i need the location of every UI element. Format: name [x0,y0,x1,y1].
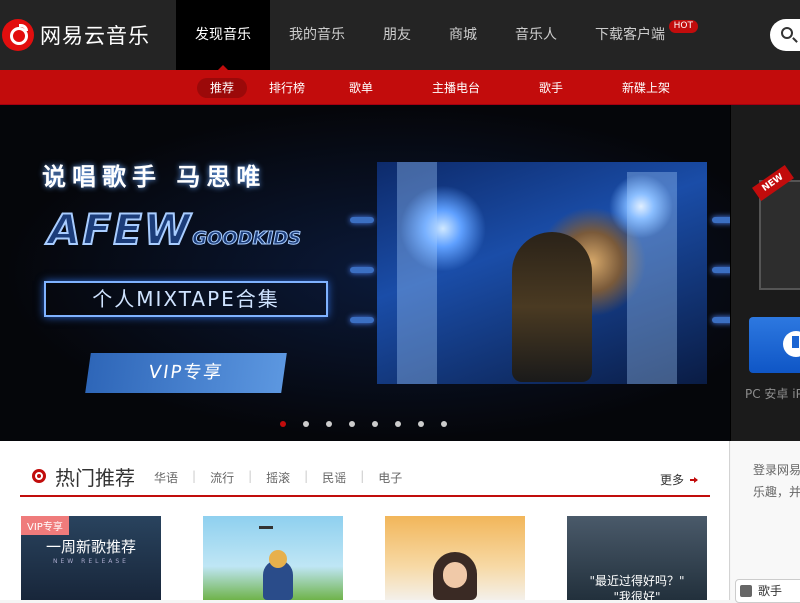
card-cover-caption: 一周新歌推荐 [45,538,136,556]
banner-mixtape-label: 个人MIXTAPE合集 [44,281,328,317]
nav-item-discover[interactable]: 发现音乐 [176,0,270,71]
search-box[interactable] [770,19,800,51]
tag-separator: | [360,469,365,483]
genre-tag-chinese[interactable]: 华语 [154,469,178,486]
genre-tag-folk[interactable]: 民谣 [322,469,346,486]
tag-separator: | [304,469,309,483]
download-platforms: PC 安卓 iP [745,387,800,401]
banner-logo-text: AFEW [47,204,193,255]
photo-artist [512,232,592,382]
banner-light-bar [350,317,374,323]
banner-dot[interactable] [441,421,447,427]
more-link[interactable]: 更多 [660,471,698,488]
subnav-label: 新碟上架 [621,80,670,95]
playlist-card[interactable]: "最近过得好吗？" "我很好" [567,516,707,600]
singer-icon [740,585,752,597]
subnav-item-new-albums[interactable]: 新碟上架 [586,70,706,105]
tag-separator: | [248,469,253,483]
brand-name: 网易云音乐 [40,24,150,48]
banner-light-bar [350,217,374,223]
login-prompt: 登录网易 乐趣，并 [753,463,800,499]
banner-artist-photo [377,162,707,384]
subnav-label: 主播电台 [431,80,480,95]
playlist-card[interactable] [203,516,343,600]
photo-building [627,172,677,384]
hot-recommend-header: 热门推荐 华语 | 流行 | 摇滚 | 民谣 | 电子 更多 [20,457,710,497]
download-client-panel: NEW PC 安卓 iP [730,105,800,441]
hot-recommend-title[interactable]: 热门推荐 [55,462,135,491]
genre-tag-rock[interactable]: 摇滚 [266,469,290,486]
singer-section-header[interactable]: 歌手 [735,579,800,603]
nav-item-download[interactable]: 下载客户端 HOT [576,0,698,70]
more-label: 更多 [659,473,684,487]
nav-item-store[interactable]: 商城 [430,0,496,70]
tag-separator: | [192,469,197,483]
subnav-item-artists[interactable]: 歌手 [516,70,586,105]
netease-music-logo-icon [2,19,34,51]
banner-pagination [280,421,447,427]
subnav-label: 排行榜 [268,80,305,95]
search-icon [781,27,793,39]
banner-dot[interactable] [372,421,378,427]
subnav-item-recommend[interactable]: 推荐 [196,70,248,105]
photo-building [397,162,437,384]
singer-label: 歌手 [758,584,783,598]
banner-title: 说唱歌手 马思唯 [42,163,267,191]
cover-bird [259,526,273,529]
banner-dot[interactable] [349,421,355,427]
playlist-card[interactable]: VIP专享 一周新歌推荐 NEW RELEASE [21,516,161,600]
arrow-right-icon [690,476,698,484]
subnav-label: 推荐 [196,77,247,98]
hot-badge: HOT [668,20,698,33]
banner-dot[interactable] [395,421,401,427]
banner-light-bar [350,267,374,273]
genre-tag-pop[interactable]: 流行 [210,469,234,486]
sub-navigation-bar: 推荐 排行榜 歌单 主播电台 歌手 新碟上架 [0,70,800,105]
subnav-item-radio[interactable]: 主播电台 [396,70,516,105]
main-content: 热门推荐 华语 | 流行 | 摇滚 | 民谣 | 电子 更多 VIP专享 一周新… [0,441,730,600]
download-client-button[interactable] [749,317,800,373]
banner-dot[interactable] [418,421,424,427]
genre-tags: 华语 | 流行 | 摇滚 | 民谣 | 电子 [154,469,402,486]
vip-tag: VIP专享 [21,516,69,535]
card-cover-subcaption: NEW RELEASE [53,558,129,565]
banner-logo-sub: GOODKIDS [192,228,302,250]
login-panel: 登录网易 乐趣，并 歌手 [731,441,800,603]
subnav-label: 歌单 [348,80,373,95]
sub-nav: 推荐 排行榜 歌单 主播电台 歌手 新碟上架 [196,70,706,105]
nav-item-friends[interactable]: 朋友 [364,0,430,70]
banner-dot[interactable] [280,421,286,427]
subnav-label: 歌手 [538,80,563,95]
section-circle-icon [32,469,46,483]
nav-item-download-label: 下载客户端 [595,27,665,43]
cover-portrait [433,552,477,600]
playlist-card[interactable] [385,516,525,600]
card-cover-subcaption: "我很好" [613,590,661,600]
banner-vip-button[interactable]: VIP专享 [85,353,287,393]
subnav-item-playlists[interactable]: 歌单 [326,70,396,105]
playlist-cards: VIP专享 一周新歌推荐 NEW RELEASE "最近过得好吗？" "我很好" [21,516,707,600]
main-nav: 发现音乐 我的音乐 朋友 商城 音乐人 下载客户端 HOT [176,0,698,71]
nav-item-musician[interactable]: 音乐人 [496,0,576,70]
genre-tag-electronic[interactable]: 电子 [378,469,402,486]
top-navigation-bar: 网易云音乐 发现音乐 我的音乐 朋友 商城 音乐人 下载客户端 HOT [0,0,800,71]
nav-item-my-music[interactable]: 我的音乐 [270,0,364,70]
banner-dot[interactable] [326,421,332,427]
subnav-item-charts[interactable]: 排行榜 [248,70,326,105]
banner-dot[interactable] [303,421,309,427]
banner-album-logo: AFEWGOODKIDS [47,204,302,255]
cover-illustration [263,550,293,600]
hero-banner[interactable]: 说唱歌手 马思唯 AFEWGOODKIDS 个人MIXTAPE合集 VIP专享 [0,105,800,441]
brand-logo[interactable]: 网易云音乐 [0,14,150,56]
card-cover-caption: "最近过得好吗？" [589,574,685,588]
